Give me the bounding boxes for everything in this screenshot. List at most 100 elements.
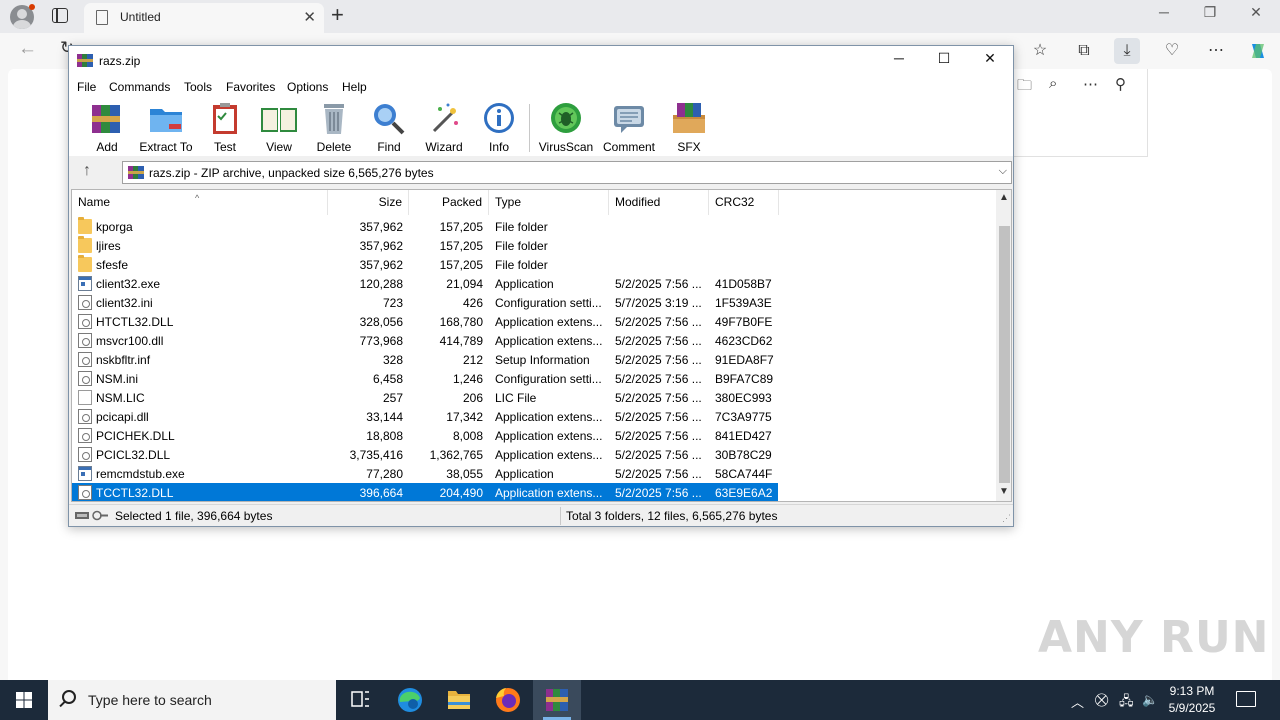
menu-tools[interactable]: Tools bbox=[184, 80, 212, 94]
menu-help[interactable]: Help bbox=[342, 80, 367, 94]
view-label: View bbox=[266, 140, 292, 154]
browser-tab[interactable]: Untitled ✕ bbox=[84, 3, 324, 33]
pin-icon[interactable]: ⚲ bbox=[1115, 75, 1126, 93]
menu-file[interactable]: File bbox=[77, 80, 96, 94]
cell-crc32: 7C3A9775 bbox=[715, 410, 772, 424]
extract-to-button[interactable]: Extract To bbox=[135, 101, 197, 155]
more-options-icon[interactable]: ⋯ bbox=[1203, 38, 1229, 64]
table-row[interactable]: client32.exe 120,288 21,094 Application 5/2/… bbox=[72, 274, 778, 293]
resize-grip-icon[interactable]: ⋰ bbox=[1002, 513, 1011, 524]
virusscan-button[interactable]: VirusScan bbox=[536, 101, 596, 155]
tab-actions-icon[interactable] bbox=[52, 8, 68, 23]
menu-commands[interactable]: Commands bbox=[109, 80, 170, 94]
tab-close-icon[interactable]: ✕ bbox=[303, 8, 316, 26]
table-row[interactable]: msvcr100.dll 773,968 414,789 Application ex… bbox=[72, 331, 778, 350]
remote-tray-icon[interactable]: ⛒ bbox=[1095, 692, 1108, 708]
collections-icon[interactable]: ⧉ bbox=[1071, 38, 1097, 64]
scroll-down-arrow-icon[interactable]: ▼ bbox=[999, 486, 1009, 497]
table-row[interactable]: remcmdstub.exe 77,280 38,055 Application 5/2… bbox=[72, 464, 778, 483]
table-row[interactable]: pcicapi.dll 33,144 17,342 Application exten… bbox=[72, 407, 778, 426]
column-packed[interactable]: Packed bbox=[409, 190, 489, 215]
cell-name: nskbfltr.inf bbox=[96, 353, 151, 367]
table-row[interactable]: NSM.ini 6,458 1,246 Configuration setti... 5… bbox=[72, 369, 778, 388]
table-row[interactable]: NSM.LIC 257 206 LIC File 5/2/2025 7:56 ... 38… bbox=[72, 388, 778, 407]
scrollbar-thumb[interactable] bbox=[999, 226, 1010, 483]
winrar-title-bar[interactable]: razs.zip ─ ☐ ✕ bbox=[69, 46, 1013, 76]
edge-taskbar-button[interactable] bbox=[386, 680, 434, 720]
table-row[interactable]: TCCTL32.DLL 396,664 204,490 Application ext… bbox=[72, 483, 778, 501]
table-row[interactable]: HTCTL32.DLL 328,056 168,780 Application ext… bbox=[72, 312, 778, 331]
up-arrow-icon[interactable]: ↑ bbox=[83, 162, 91, 180]
menu-options[interactable]: Options bbox=[287, 80, 328, 94]
column-modified[interactable]: Modified bbox=[609, 190, 709, 215]
view-button[interactable]: View bbox=[249, 101, 309, 155]
edge-icon bbox=[398, 688, 422, 712]
scroll-up-arrow-icon[interactable]: ▲ bbox=[999, 192, 1009, 203]
find-button[interactable]: Find bbox=[359, 101, 419, 155]
sfx-button[interactable]: SFX bbox=[659, 101, 719, 155]
table-row[interactable]: nskbfltr.inf 328 212 Setup Information 5/2/2… bbox=[72, 350, 778, 369]
folder-icon bbox=[78, 255, 92, 272]
copilot-icon[interactable] bbox=[1245, 38, 1271, 64]
table-row[interactable]: sfesfe 357,962 157,205 File folder bbox=[72, 255, 778, 274]
browser-tab-bar: Untitled ✕ + ─ ❐ ✕ bbox=[0, 0, 1280, 33]
view-book-icon bbox=[261, 108, 297, 132]
back-button[interactable]: ← bbox=[18, 38, 37, 60]
table-row[interactable]: PCICL32.DLL 3,735,416 1,362,765 Application… bbox=[72, 445, 778, 464]
file-list: Name ^ Size Packed Type Modified CRC32 kp… bbox=[71, 189, 1012, 502]
cell-size: 357,962 bbox=[359, 258, 403, 272]
volume-icon[interactable]: 🔈 bbox=[1142, 692, 1158, 708]
menu-favorites[interactable]: Favorites bbox=[226, 80, 275, 94]
wizard-button[interactable]: Wizard bbox=[414, 101, 474, 155]
comment-button[interactable]: Comment bbox=[599, 101, 659, 155]
chevron-down-icon[interactable]: ⌵ bbox=[999, 165, 1007, 178]
winrar-taskbar-button[interactable] bbox=[533, 680, 581, 720]
taskbar: Type here to search ︿ ⛒ 🖧 🔈 9:13 PM 5/9/… bbox=[0, 680, 1280, 720]
favorites-icon[interactable]: ☆ bbox=[1027, 38, 1053, 64]
notification-center-icon[interactable] bbox=[1236, 691, 1256, 707]
browser-minimize-button[interactable]: ─ bbox=[1152, 4, 1176, 20]
path-field[interactable]: razs.zip - ZIP archive, unpacked size 6,… bbox=[122, 161, 1012, 184]
column-type[interactable]: Type bbox=[489, 190, 609, 215]
taskbar-clock[interactable]: 9:13 PM 5/9/2025 bbox=[1160, 683, 1224, 717]
task-view-icon bbox=[351, 691, 369, 707]
info-icon bbox=[484, 103, 514, 133]
browser-essentials-icon[interactable]: ♡ bbox=[1159, 38, 1185, 64]
search-icon[interactable]: ⌕ bbox=[1049, 75, 1057, 92]
taskbar-search-box[interactable]: Type here to search bbox=[48, 680, 336, 720]
cell-packed: 17,342 bbox=[446, 410, 483, 424]
task-view-button[interactable] bbox=[336, 680, 384, 720]
delete-button[interactable]: Delete bbox=[304, 101, 364, 155]
cell-name: NSM.LIC bbox=[96, 391, 145, 405]
start-button[interactable] bbox=[0, 680, 48, 720]
show-hidden-icons-icon[interactable]: ︿ bbox=[1071, 692, 1084, 711]
vertical-scrollbar[interactable]: ▲ ▼ bbox=[996, 190, 1011, 501]
downloads-icon[interactable]: ⤓ bbox=[1114, 38, 1140, 64]
add-button[interactable]: Add bbox=[77, 101, 137, 155]
firefox-taskbar-button[interactable] bbox=[484, 680, 532, 720]
table-row[interactable]: kporga 357,962 157,205 File folder bbox=[72, 217, 778, 236]
table-row[interactable]: client32.ini 723 426 Configuration setti...… bbox=[72, 293, 778, 312]
maximize-button[interactable]: ☐ bbox=[921, 50, 967, 72]
browser-close-button[interactable]: ✕ bbox=[1244, 4, 1268, 21]
column-crc32[interactable]: CRC32 bbox=[709, 190, 779, 215]
file-explorer-taskbar-button[interactable] bbox=[435, 680, 483, 720]
column-packed-label: Packed bbox=[441, 195, 482, 209]
test-button[interactable]: Test bbox=[195, 101, 255, 155]
cell-name: PCICL32.DLL bbox=[96, 448, 171, 462]
cell-packed: 21,094 bbox=[446, 277, 483, 291]
minimize-button[interactable]: ─ bbox=[876, 50, 922, 72]
column-name[interactable]: Name ^ bbox=[72, 190, 328, 215]
browser-restore-button[interactable]: ❐ bbox=[1198, 4, 1222, 21]
new-tab-button[interactable]: + bbox=[331, 2, 344, 28]
table-row[interactable]: ljires 357,962 157,205 File folder bbox=[72, 236, 778, 255]
column-size[interactable]: Size bbox=[328, 190, 409, 215]
path-text: razs.zip - ZIP archive, unpacked size 6,… bbox=[149, 166, 434, 180]
close-button[interactable]: ✕ bbox=[967, 50, 1013, 72]
info-button[interactable]: Info bbox=[469, 101, 529, 155]
network-icon[interactable]: 🖧 bbox=[1119, 692, 1134, 714]
more-icon[interactable]: ⋯ bbox=[1083, 75, 1098, 93]
open-folder-icon[interactable]: 🗀 bbox=[1017, 75, 1032, 100]
cell-type: File folder bbox=[495, 239, 548, 253]
table-row[interactable]: PCICHEK.DLL 18,808 8,008 Application extens… bbox=[72, 426, 778, 445]
